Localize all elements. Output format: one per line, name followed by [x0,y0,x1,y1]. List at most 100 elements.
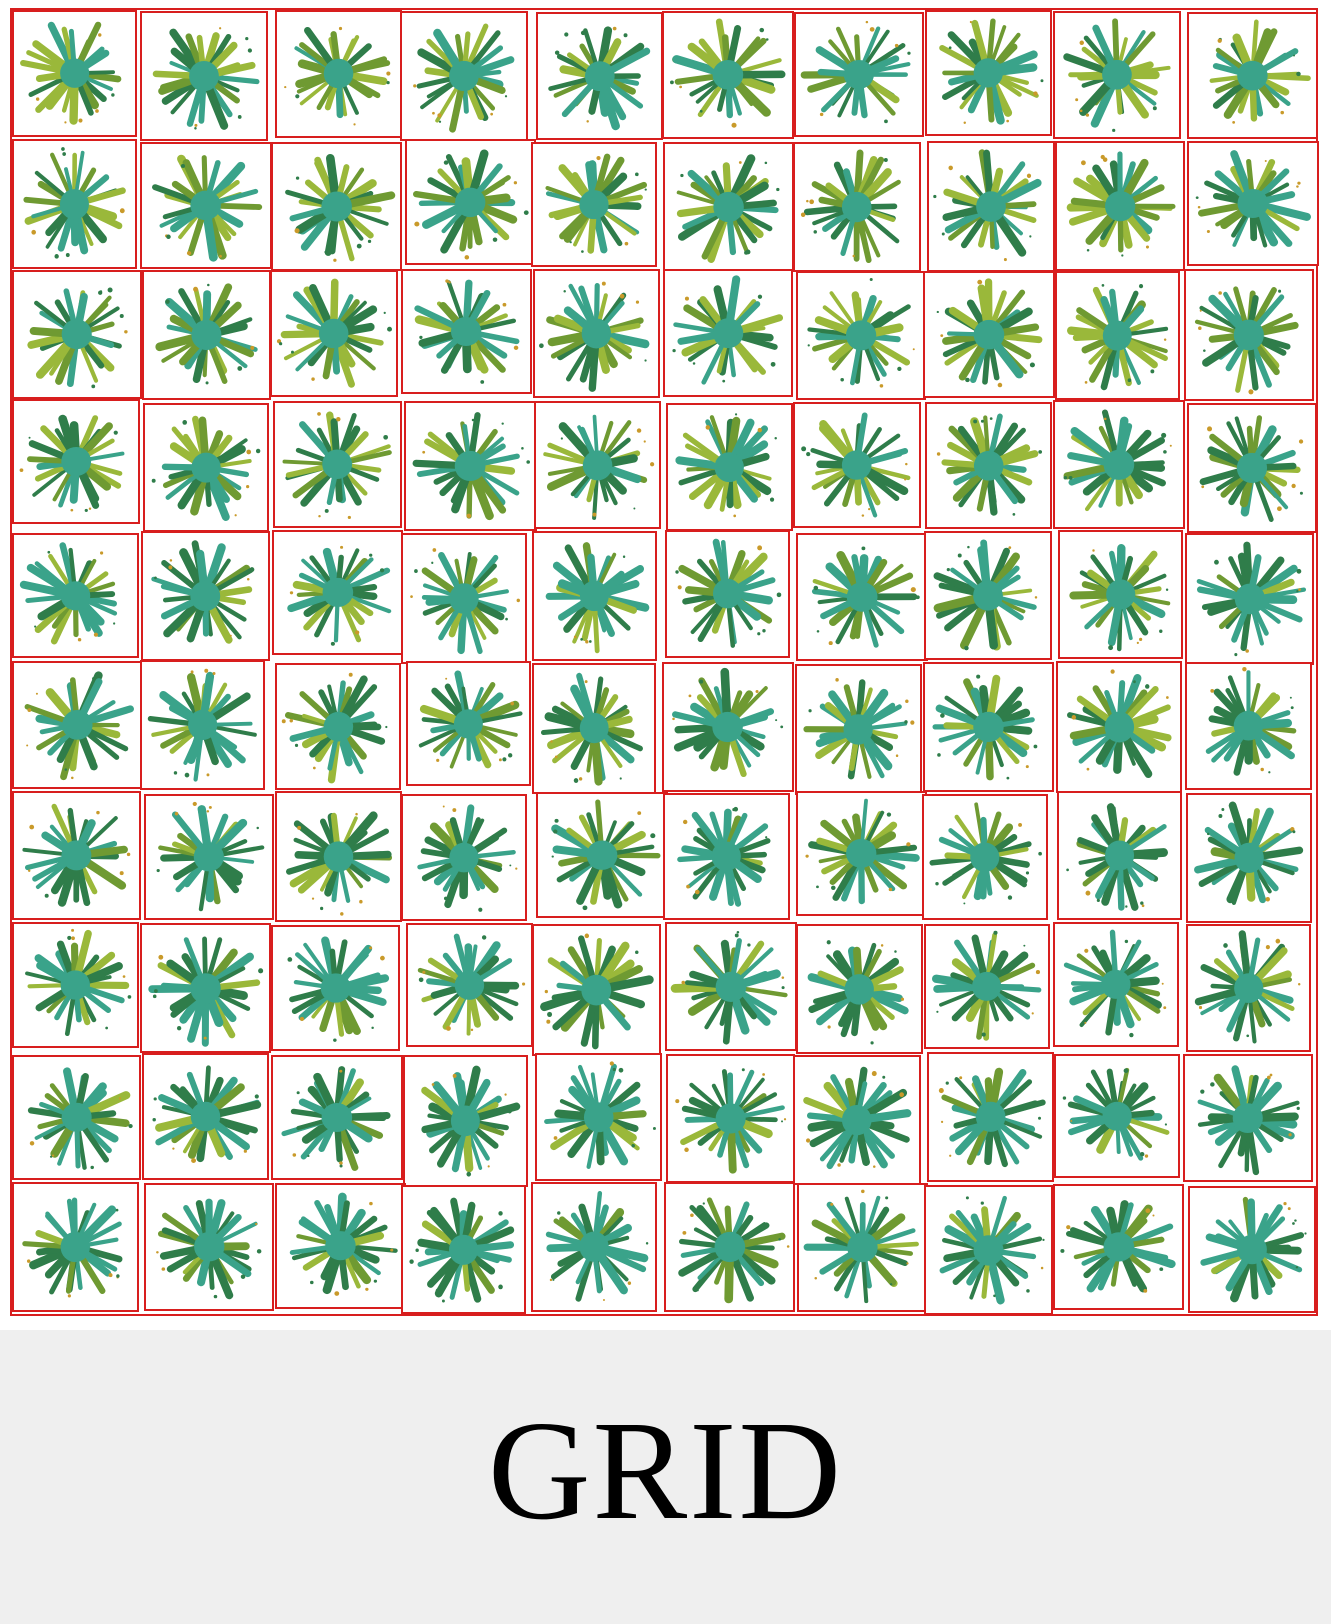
leaf-speck [1264,160,1267,163]
leaf-speck [1123,1068,1129,1073]
plant-cell [140,660,266,791]
leaf-speck [1275,938,1281,944]
rosette-center [581,318,611,349]
leaf-speck [553,1135,558,1140]
plant-cell [1053,11,1182,139]
leaf-speck [1102,157,1108,162]
leaf-speck [452,807,456,812]
plant-cell [1184,533,1315,666]
plant-cell [1052,1184,1185,1311]
leaf-speck [292,1152,297,1157]
plant-cell [1187,1185,1316,1313]
leaf-speck [937,753,942,758]
leaf-speck [1163,1006,1167,1010]
leaf-speck [243,1149,248,1153]
plant-cell [531,663,657,794]
plant-cell [12,1181,139,1312]
leaf-speck [1136,641,1139,645]
leaf-speck [526,460,531,464]
leaf-speck [208,805,213,809]
plant-cell [665,1054,795,1184]
plant-cell [925,10,1052,136]
leaf-speck [1300,491,1304,495]
leaf-speck [1120,254,1124,257]
leaf-speck [831,886,836,891]
leaf-speck [783,1118,786,1121]
leaf-speck [119,208,125,214]
leaf-speck [652,1126,656,1130]
rosette-center [60,969,90,1000]
rosette-center [714,452,745,482]
leaf-speck [153,988,158,993]
leaf-speck [820,112,824,116]
leaf-speck [840,378,844,382]
rosette-center [191,452,221,483]
leaf-speck [778,1238,781,1241]
rosette-center [579,189,609,219]
rosette-center [190,972,221,1004]
leaf-speck [1101,283,1105,287]
leaf-speck [384,312,387,315]
leaf-speck [339,1164,343,1168]
leaf-speck [207,284,210,287]
plant-cell [532,923,661,1056]
rosette-center [1237,452,1268,484]
plant-cell [535,11,664,141]
rosette-center [321,1102,353,1132]
leaf-speck [355,812,358,816]
plant-cell [141,270,271,401]
leaf-speck [759,27,764,33]
leaf-speck [1200,1089,1205,1094]
leaf-speck [1091,549,1095,552]
leaf-speck [505,618,508,621]
leaf-speck [319,906,324,911]
leaf-speck [155,1251,159,1254]
leaf-speck [894,949,897,953]
leaf-speck [1297,181,1301,185]
leaf-speck [254,1094,259,1099]
plant-cell [794,11,924,137]
leaf-speck [521,447,525,450]
leaf-speck [573,778,579,784]
rosette-plant [284,154,395,263]
leaf-speck [172,1147,175,1150]
rosette-plant [284,27,391,126]
leaf-speck [373,1279,377,1284]
rosette-plant [19,415,125,513]
leaf-speck [957,553,962,558]
rosette-center [190,190,222,220]
leaf-speck [1289,697,1292,700]
leaf-speck [64,121,67,124]
leaf-speck [99,551,104,555]
plant-cell [662,662,794,793]
leaf-speck [205,381,209,385]
leaf-speck [368,946,372,950]
leaf-speck [124,330,128,334]
leaf-speck [356,243,362,249]
leaf-speck [1297,983,1301,986]
plant-cell [274,663,402,791]
rosette-center [60,1231,90,1262]
leaf-speck [695,889,700,895]
leaf-speck [194,123,198,127]
leaf-speck [371,1026,374,1029]
leaf-speck [464,254,470,260]
leaf-speck [204,669,209,674]
rosette-plant [281,1065,391,1171]
rosette-plant [413,149,529,260]
leaf-speck [1296,569,1301,575]
rosette-center [319,319,349,349]
leaf-speck [294,743,298,748]
plant-cell [139,11,268,142]
leaf-speck [1233,653,1237,657]
leaf-speck [246,577,250,581]
leaf-speck [1164,338,1167,341]
leaf-speck [546,1019,551,1024]
rosette-plant [1062,1067,1170,1161]
leaf-speck [432,112,436,115]
leaf-speck [1288,1133,1293,1137]
leaf-speck [734,933,739,937]
leaf-speck [756,632,761,636]
rosette-plant [24,671,134,781]
leaf-speck [513,180,518,184]
